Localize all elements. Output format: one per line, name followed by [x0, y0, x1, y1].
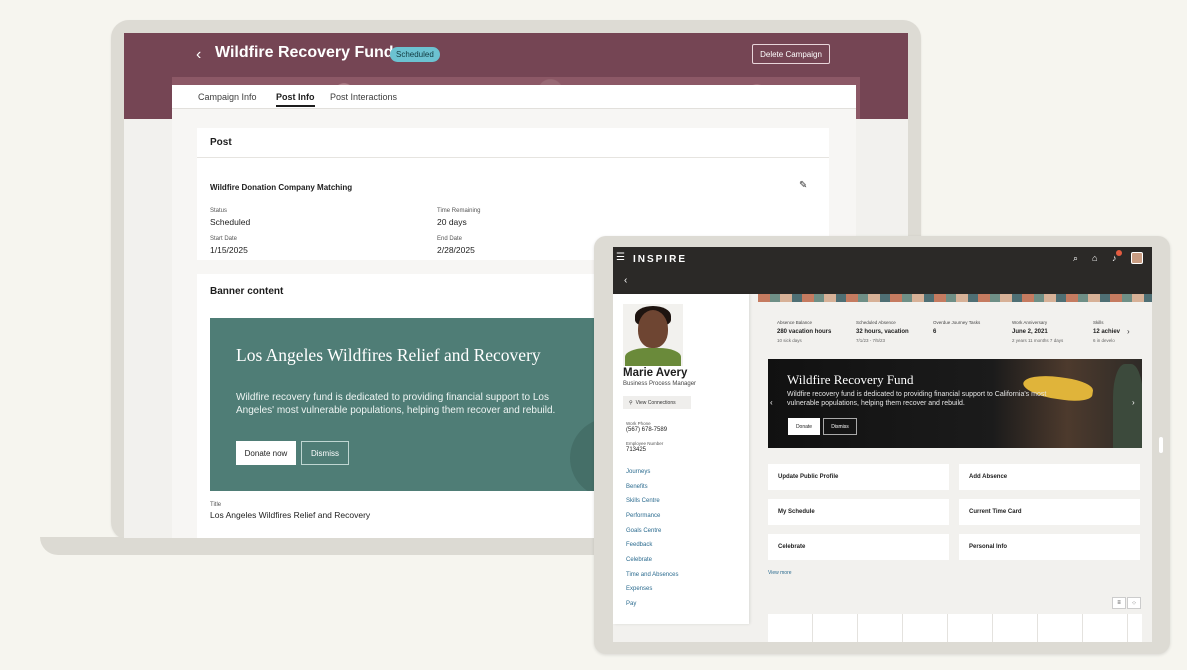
profile-role: Business Process Manager — [623, 381, 697, 387]
tab-bar: Campaign Info Post Info Post Interaction… — [172, 85, 856, 109]
stat-sub: 7/1/23 - 7/5/23 — [856, 338, 886, 343]
hero-text: Wildfire recovery fund is dedicated to p… — [787, 391, 1047, 407]
link-performance[interactable]: Performance — [626, 513, 660, 519]
stat-value: June 2, 2021 — [1012, 329, 1048, 335]
stat-value: 32 hours, vacation — [856, 329, 909, 335]
person-icon: ⚲ — [629, 399, 633, 406]
stat-label: Work Anniversary — [1012, 320, 1048, 325]
hamburger-menu-icon[interactable]: ☰ — [616, 252, 625, 263]
back-chevron-icon[interactable]: ‹ — [624, 275, 627, 286]
link-feedback[interactable]: Feedback — [626, 542, 652, 548]
status-badge: Scheduled — [390, 47, 440, 62]
calendar-strip — [768, 614, 1142, 642]
stat-value: 280 vacation hours — [777, 329, 832, 335]
status-label: Status — [210, 208, 228, 214]
hero-banner: Wildfire Recovery Fund Wildfire recovery… — [768, 359, 1142, 448]
quick-action-current-time-card[interactable]: Current Time Card — [959, 499, 1140, 525]
tab-post-info[interactable]: Post Info — [276, 92, 315, 107]
link-goals-centre[interactable]: Goals Centre — [626, 528, 661, 534]
post-heading: Post — [210, 137, 232, 148]
work-phone-label: Work Phone — [626, 421, 651, 426]
donate-now-button[interactable]: Donate now — [236, 441, 296, 465]
stat-sub: 2 years 11 months 7 days — [1012, 338, 1064, 343]
user-avatar[interactable] — [1131, 252, 1143, 264]
profile-sidebar: Marie Avery Business Process Manager ⚲ V… — [613, 294, 749, 624]
quick-action-my-schedule[interactable]: My Schedule — [768, 499, 949, 525]
link-expenses[interactable]: Expenses — [626, 586, 652, 592]
end-date-label: End Date — [437, 236, 463, 242]
time-remaining-label: Time Remaining — [437, 208, 481, 214]
profile-photo — [623, 304, 683, 366]
start-date-value: 1/15/2025 — [210, 245, 248, 255]
pencil-edit-icon[interactable]: ✎ — [799, 180, 807, 191]
tablet-home-button — [1159, 437, 1163, 453]
delete-campaign-button[interactable]: Delete Campaign — [752, 44, 830, 64]
tree-silhouette — [1113, 364, 1142, 448]
work-phone-value: (567) 678-7589 — [626, 427, 668, 433]
dismiss-button[interactable]: Dismiss — [301, 441, 349, 465]
stat-label: Absence Balance — [777, 320, 813, 325]
post-name: Wildfire Donation Company Matching — [210, 183, 353, 192]
banner-text: Wildfire recovery fund is dedicated to p… — [236, 392, 556, 416]
donate-button[interactable]: Donate — [788, 418, 820, 435]
chevron-right-icon[interactable]: › — [1127, 327, 1130, 336]
link-celebrate[interactable]: Celebrate — [626, 557, 652, 563]
time-remaining-value: 20 days — [437, 217, 467, 227]
back-chevron-icon[interactable]: ‹ — [196, 46, 201, 64]
decorative-pattern-strip — [758, 294, 1152, 302]
quick-action-update-public-profile[interactable]: Update Public Profile — [768, 464, 949, 490]
stat-label: Scheduled Absence — [856, 320, 896, 325]
banner-content-heading: Banner content — [210, 286, 284, 297]
app-logo: INSPIRE — [633, 254, 688, 265]
app-top-bar: ☰ INSPIRE ‹ ⌕ ⌂ ♪ — [613, 247, 1152, 294]
carousel-prev-icon[interactable]: ‹ — [770, 398, 773, 407]
status-value: Scheduled — [210, 217, 251, 227]
notification-dot-icon — [1116, 250, 1122, 256]
link-journeys[interactable]: Journeys — [626, 469, 650, 475]
quick-action-celebrate[interactable]: Celebrate — [768, 534, 949, 560]
summary-stats-strip: Absence Balance 280 vacation hours 10 si… — [758, 310, 1152, 350]
list-view-icon[interactable]: ≡ — [1112, 597, 1126, 609]
banner-preview: Los Angeles Wildfires Relief and Recover… — [210, 318, 610, 491]
divider — [197, 157, 829, 158]
end-date-value: 2/28/2025 — [437, 245, 475, 255]
carousel-next-icon[interactable]: › — [1132, 398, 1135, 407]
start-date-label: Start Date — [210, 236, 238, 242]
employee-number-label: Employee Number — [626, 441, 664, 446]
title-field-value: Los Angeles Wildfires Relief and Recover… — [210, 510, 371, 520]
dashboard-main: Absence Balance 280 vacation hours 10 si… — [758, 302, 1152, 642]
stat-label: Skills — [1093, 320, 1104, 325]
stat-value: 12 achiev — [1093, 329, 1121, 335]
view-connections-label: View Connections — [635, 399, 676, 406]
view-connections-button[interactable]: ⚲ View Connections — [623, 396, 691, 409]
stat-sub: 6 in develo — [1093, 338, 1115, 343]
stat-sub: 10 sick days — [777, 338, 802, 343]
link-skills-centre[interactable]: Skills Centre — [626, 498, 660, 504]
quick-action-personal-info[interactable]: Personal Info — [959, 534, 1140, 560]
dismiss-button[interactable]: Dismiss — [823, 418, 857, 435]
hero-title: Wildfire Recovery Fund — [787, 372, 914, 387]
stat-label: Overdue Journey Tasks — [933, 320, 981, 325]
grid-view-icon[interactable]: ⁘ — [1127, 597, 1141, 609]
link-benefits[interactable]: Benefits — [626, 484, 648, 490]
view-more-link[interactable]: View more — [768, 570, 792, 576]
link-pay[interactable]: Pay — [626, 601, 636, 607]
link-time-and-absences[interactable]: Time and Absences — [626, 572, 678, 578]
home-icon[interactable]: ⌂ — [1092, 253, 1097, 263]
quick-action-add-absence[interactable]: Add Absence — [959, 464, 1140, 490]
page-title: Wildfire Recovery Fund — [215, 44, 394, 61]
tab-campaign-info[interactable]: Campaign Info — [198, 92, 257, 102]
stat-value: 6 — [933, 329, 937, 335]
title-field-label: Title — [210, 502, 222, 508]
banner-title: Los Angeles Wildfires Relief and Recover… — [236, 345, 541, 365]
profile-name: Marie Avery — [623, 367, 688, 379]
search-icon[interactable]: ⌕ — [1073, 253, 1078, 264]
tab-post-interactions[interactable]: Post Interactions — [330, 92, 397, 102]
employee-number-value: 713425 — [626, 447, 647, 453]
tablet-screen: ☰ INSPIRE ‹ ⌕ ⌂ ♪ Marie Avery Business P… — [613, 247, 1152, 642]
